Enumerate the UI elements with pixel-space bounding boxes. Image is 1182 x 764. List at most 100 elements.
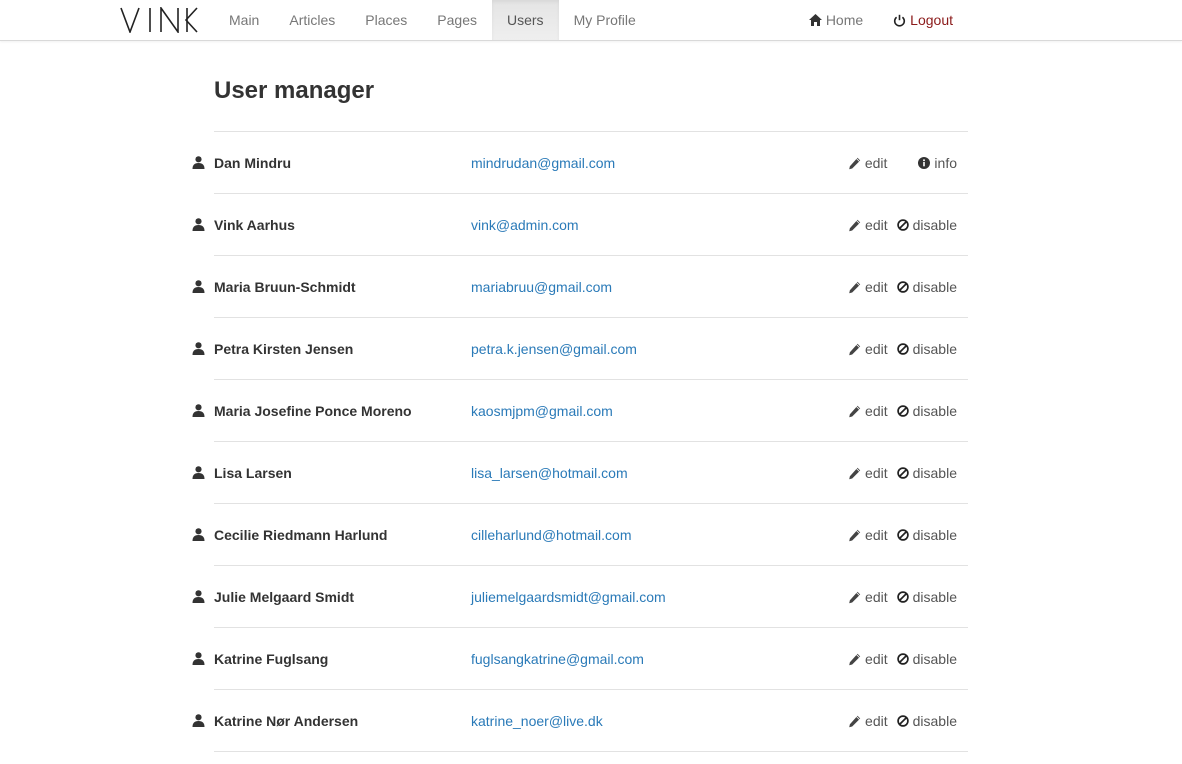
disable-button[interactable]: disable — [896, 589, 957, 605]
user-row: Vink Aarhus vink@admin.com edit disable — [192, 194, 968, 256]
user-icon — [192, 280, 205, 293]
user-table: Dan Mindru mindrudan@gmail.com edit info Vin… — [192, 131, 968, 752]
user-email-link[interactable]: vink@admin.com — [471, 194, 579, 256]
edit-button[interactable]: edit — [848, 589, 888, 605]
pencil-icon — [849, 715, 861, 727]
user-icon — [192, 714, 205, 727]
edit-button[interactable]: edit — [848, 155, 888, 171]
user-name: Vink Aarhus — [214, 217, 295, 233]
user-email-link[interactable]: fuglsangkatrine@gmail.com — [471, 628, 644, 690]
disable-button[interactable]: disable — [896, 713, 957, 729]
disable-label: disable — [912, 713, 957, 729]
edit-button[interactable]: edit — [848, 527, 888, 543]
disable-button[interactable]: disable — [896, 403, 957, 419]
disable-label: disable — [912, 651, 957, 667]
disable-label: disable — [912, 279, 957, 295]
row-actions: edit disable — [848, 194, 957, 256]
edit-button[interactable]: edit — [848, 341, 888, 357]
disable-label: disable — [912, 217, 957, 233]
disable-button[interactable]: disable — [896, 341, 957, 357]
user-email-link[interactable]: katrine_noer@live.dk — [471, 690, 603, 752]
user-icon — [192, 404, 205, 417]
nav-home[interactable]: Home — [794, 0, 878, 40]
edit-button[interactable]: edit — [848, 279, 888, 295]
nav-logout-label: Logout — [910, 12, 953, 28]
user-row: Dan Mindru mindrudan@gmail.com edit info — [192, 132, 968, 194]
info-label: info — [934, 155, 957, 171]
edit-label: edit — [865, 713, 888, 729]
nav-main[interactable]: Main — [214, 0, 274, 40]
edit-label: edit — [864, 155, 888, 171]
user-row: Lisa Larsen lisa_larsen@hotmail.com edit di… — [192, 442, 968, 504]
user-name: Petra Kirsten Jensen — [214, 341, 354, 357]
edit-label: edit — [865, 217, 888, 233]
disable-button[interactable]: disable — [896, 217, 957, 233]
ban-icon — [896, 405, 909, 417]
pencil-icon — [849, 529, 861, 541]
row-actions: edit disable — [848, 566, 957, 628]
disable-button[interactable]: disable — [896, 279, 957, 295]
user-row: Petra Kirsten Jensen petra.k.jensen@gmail… — [192, 318, 968, 380]
edit-button[interactable]: edit — [848, 713, 888, 729]
nav-places[interactable]: Places — [350, 0, 422, 40]
pencil-icon — [849, 219, 861, 231]
vink-logo[interactable] — [120, 7, 198, 33]
top-navbar: Main Articles Places Pages Users My Prof… — [0, 0, 1182, 41]
pencil-icon — [849, 157, 861, 169]
user-email-link[interactable]: juliemelgaardsmidt@gmail.com — [471, 566, 666, 628]
user-row: Cecilie Riedmann Harlund cilleharlund@hot… — [192, 504, 968, 566]
user-name: Dan Mindru — [214, 155, 291, 171]
ban-icon — [896, 591, 909, 603]
user-icon — [192, 156, 205, 169]
row-actions: edit info — [848, 132, 957, 194]
user-name: Lisa Larsen — [214, 465, 292, 481]
nav-pages[interactable]: Pages — [422, 0, 492, 40]
user-email-link[interactable]: lisa_larsen@hotmail.com — [471, 442, 628, 504]
ban-icon — [896, 343, 909, 355]
user-email-link[interactable]: petra.k.jensen@gmail.com — [471, 318, 637, 380]
main-content: User manager Dan Mindru mindrudan@gmail.c… — [192, 70, 968, 752]
disable-label: disable — [912, 341, 957, 357]
user-email-link[interactable]: cilleharlund@hotmail.com — [471, 504, 632, 566]
disable-label: disable — [912, 589, 957, 605]
edit-label: edit — [865, 279, 888, 295]
user-name: Maria Josefine Ponce Moreno — [214, 403, 412, 419]
home-icon — [808, 14, 822, 26]
user-email-link[interactable]: mindrudan@gmail.com — [471, 132, 615, 194]
edit-button[interactable]: edit — [848, 403, 888, 419]
edit-button[interactable]: edit — [848, 217, 888, 233]
disable-label: disable — [912, 465, 957, 481]
nav-users[interactable]: Users — [492, 0, 559, 40]
user-name: Katrine Fuglsang — [214, 651, 329, 667]
edit-button[interactable]: edit — [848, 465, 888, 481]
nav-articles[interactable]: Articles — [274, 0, 350, 40]
page-title: User manager — [214, 77, 375, 104]
secondary-nav: Home Logout — [794, 0, 968, 40]
info-icon — [918, 157, 931, 169]
user-row: Katrine Fuglsang fuglsangkatrine@gmail.co… — [192, 628, 968, 690]
edit-label: edit — [865, 341, 888, 357]
edit-button[interactable]: edit — [848, 651, 888, 667]
ban-icon — [896, 529, 909, 541]
user-row: Maria Josefine Ponce Moreno kaosmjpm@gmai… — [192, 380, 968, 442]
main-nav: Main Articles Places Pages Users My Prof… — [214, 0, 651, 40]
user-name: Cecilie Riedmann Harlund — [214, 527, 388, 543]
user-name: Julie Melgaard Smidt — [214, 589, 355, 605]
nav-home-label: Home — [825, 12, 864, 28]
nav-my-profile[interactable]: My Profile — [559, 0, 651, 40]
user-icon — [192, 218, 205, 231]
row-actions: edit disable — [848, 690, 957, 752]
user-email-link[interactable]: mariabruu@gmail.com — [471, 256, 612, 318]
disable-button[interactable]: disable — [896, 651, 957, 667]
nav-logout[interactable]: Logout — [878, 0, 968, 40]
edit-label: edit — [865, 589, 888, 605]
pencil-icon — [849, 467, 861, 479]
edit-label: edit — [865, 403, 888, 419]
disable-button[interactable]: disable — [896, 465, 957, 481]
pencil-icon — [849, 405, 861, 417]
info-button[interactable]: info — [918, 155, 957, 171]
user-icon — [192, 342, 205, 355]
user-row: Julie Melgaard Smidt juliemelgaardsmidt@g… — [192, 566, 968, 628]
disable-button[interactable]: disable — [896, 527, 957, 543]
user-email-link[interactable]: kaosmjpm@gmail.com — [471, 380, 613, 442]
